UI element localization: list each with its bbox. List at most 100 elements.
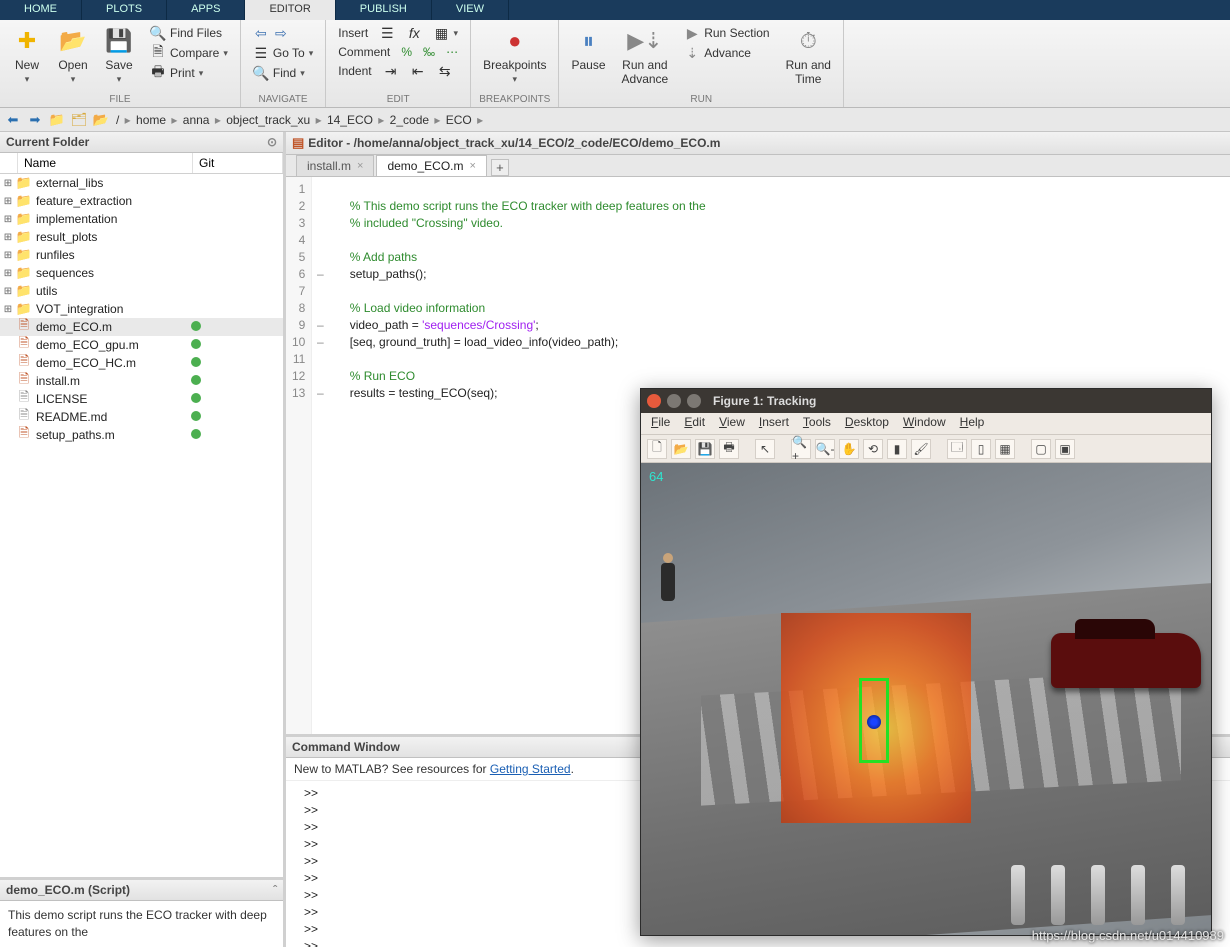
brush-icon[interactable]: 🖌	[911, 439, 931, 459]
print-figure-icon[interactable]: 🖶	[719, 439, 739, 459]
zoom-out-icon[interactable]: 🔍-	[815, 439, 835, 459]
watermark: https://blog.csdn.net/u014410989	[1032, 928, 1224, 943]
run-section-button[interactable]: ▶Run Section	[680, 24, 773, 42]
folder-item[interactable]: ⊞📁runfiles	[0, 246, 283, 264]
folder-item[interactable]: ⊞📁result_plots	[0, 228, 283, 246]
breadcrumb-segment[interactable]: anna	[181, 113, 212, 127]
figure-menu-window[interactable]: Window	[903, 415, 946, 432]
figure-window[interactable]: Figure 1: Tracking File Edit View Insert Too…	[640, 388, 1212, 936]
figure-menu-help[interactable]: Help	[960, 415, 985, 432]
script-info-panel: demo_ECO.m (Script)ˆ This demo script ru…	[0, 877, 283, 947]
up-button[interactable]: 📁	[48, 111, 66, 129]
window-minimize-icon[interactable]	[667, 394, 681, 408]
window-close-icon[interactable]	[647, 394, 661, 408]
editor-tab[interactable]: demo_ECO.m×	[376, 155, 486, 176]
close-tab-icon[interactable]: ×	[357, 160, 363, 172]
folder-item[interactable]: 🗎demo_ECO_HC.m	[0, 354, 283, 372]
panel-menu-icon[interactable]: ⊙	[267, 135, 277, 149]
close-tab-icon[interactable]: ×	[469, 160, 475, 172]
col-name[interactable]: Name	[18, 153, 193, 173]
col-git[interactable]: Git	[193, 153, 283, 173]
breadcrumb-segment[interactable]: ECO	[444, 113, 474, 127]
figure-titlebar[interactable]: Figure 1: Tracking	[641, 389, 1211, 413]
link-icon[interactable]: 🗔	[947, 439, 967, 459]
run-advance-button[interactable]: ▶⇣Run and Advance	[618, 24, 673, 88]
editor-icon: ▤	[292, 135, 304, 151]
pan-icon[interactable]: ✋	[839, 439, 859, 459]
nav-arrows[interactable]: ⇦⇨	[249, 24, 317, 42]
compare-button[interactable]: 🗎Compare▾	[146, 44, 232, 62]
back-button[interactable]: ⬅	[4, 111, 22, 129]
pointer-icon[interactable]: ↖	[755, 439, 775, 459]
folder-item[interactable]: 🗎setup_paths.m	[0, 426, 283, 444]
figure-menu-insert[interactable]: Insert	[759, 415, 789, 432]
layout1-icon[interactable]: ▢	[1031, 439, 1051, 459]
folder-item[interactable]: ⊞📁VOT_integration	[0, 300, 283, 318]
folder-icon[interactable]: 📂	[92, 111, 110, 129]
figure-menu-edit[interactable]: Edit	[684, 415, 705, 432]
figure-menu-tools[interactable]: Tools	[803, 415, 831, 432]
toolstrip-tab-view[interactable]: VIEW	[432, 0, 509, 20]
breadcrumb-separator: ▸	[431, 113, 444, 127]
figure-menu-file[interactable]: File	[651, 415, 670, 432]
datacursor-icon[interactable]: ▮	[887, 439, 907, 459]
folder-item[interactable]: 🗎install.m	[0, 372, 283, 390]
history-button[interactable]: 🗂	[70, 111, 88, 129]
zoom-in-icon[interactable]: 🔍+	[791, 439, 811, 459]
folder-item[interactable]: 🗎demo_ECO.m	[0, 318, 283, 336]
print-button[interactable]: 🖶Print▾	[146, 64, 232, 82]
goto-button[interactable]: ☰Go To▾	[249, 44, 317, 62]
breadcrumb-segment[interactable]: 2_code	[388, 113, 431, 127]
legend-icon[interactable]: ▦	[995, 439, 1015, 459]
editor-tab[interactable]: install.m×	[296, 155, 374, 176]
toolstrip-tab-plots[interactable]: PLOTS	[82, 0, 167, 20]
group-label-file: FILE	[8, 92, 232, 107]
advance-button[interactable]: ⇣Advance	[680, 44, 773, 62]
layout2-icon[interactable]: ▣	[1055, 439, 1075, 459]
insert-button[interactable]: Insert ☰ fx ▦▾	[334, 24, 462, 42]
run-time-button[interactable]: ⏱Run and Time	[782, 24, 835, 88]
folder-item[interactable]: ⊞📁utils	[0, 282, 283, 300]
folder-item[interactable]: 🗎demo_ECO_gpu.m	[0, 336, 283, 354]
figure-menu-desktop[interactable]: Desktop	[845, 415, 889, 432]
folder-item[interactable]: ⊞📁implementation	[0, 210, 283, 228]
add-tab-button[interactable]: +	[491, 159, 509, 176]
rotate-icon[interactable]: ⟲	[863, 439, 883, 459]
find-button[interactable]: 🔍Find▾	[249, 64, 317, 82]
figure-menu-view[interactable]: View	[719, 415, 745, 432]
indent-button[interactable]: Indent ⇥ ⇤ ⇆	[334, 62, 462, 80]
colorbar-icon[interactable]: ▯	[971, 439, 991, 459]
group-label-run: RUN	[567, 92, 834, 107]
new-figure-icon[interactable]: 🗋	[647, 439, 667, 459]
panel-expand-icon[interactable]: ˆ	[273, 883, 277, 897]
folder-item[interactable]: ⊞📁feature_extraction	[0, 192, 283, 210]
breadcrumb-segment[interactable]: home	[134, 113, 168, 127]
folder-item[interactable]: ⊞📁external_libs	[0, 174, 283, 192]
breakpoints-button[interactable]: ●Breakpoints▾	[479, 24, 550, 87]
open-figure-icon[interactable]: 📂	[671, 439, 691, 459]
folder-item[interactable]: 🗎README.md	[0, 408, 283, 426]
pause-button[interactable]: ⏸Pause	[567, 24, 609, 74]
toolstrip-tab-home[interactable]: HOME	[0, 0, 82, 20]
save-figure-icon[interactable]: 💾	[695, 439, 715, 459]
open-button[interactable]: 📂Open▾	[54, 24, 92, 87]
breadcrumb-segment[interactable]: 14_ECO	[325, 113, 375, 127]
group-label-breakpoints: BREAKPOINTS	[479, 92, 550, 107]
window-maximize-icon[interactable]	[687, 394, 701, 408]
breadcrumb-segment[interactable]: object_track_xu	[224, 113, 312, 127]
comment-button[interactable]: Comment % ‰ ⋯	[334, 44, 462, 60]
find-files-button[interactable]: 🔍Find Files	[146, 24, 232, 42]
toolstrip-tab-publish[interactable]: PUBLISH	[336, 0, 432, 20]
folder-item[interactable]: ⊞📁sequences	[0, 264, 283, 282]
getting-started-link[interactable]: Getting Started	[490, 762, 571, 776]
ribbon: ✚New▾ 📂Open▾ 💾Save▾ 🔍Find Files 🗎Compare…	[0, 20, 1230, 108]
save-button[interactable]: 💾Save▾	[100, 24, 138, 87]
toolstrip-tab-apps[interactable]: APPS	[167, 0, 245, 20]
figure-toolbar: 🗋 📂 💾 🖶 ↖ 🔍+ 🔍- ✋ ⟲ ▮ 🖌 🗔 ▯ ▦ ▢ ▣	[641, 435, 1211, 463]
forward-button[interactable]: ➡	[26, 111, 44, 129]
folder-item[interactable]: 🗎LICENSE	[0, 390, 283, 408]
new-button[interactable]: ✚New▾	[8, 24, 46, 87]
figure-menubar: File Edit View Insert Tools Desktop Window Help	[641, 413, 1211, 435]
toolstrip-tab-editor[interactable]: EDITOR	[245, 0, 335, 20]
figure-canvas: 64	[641, 463, 1211, 935]
